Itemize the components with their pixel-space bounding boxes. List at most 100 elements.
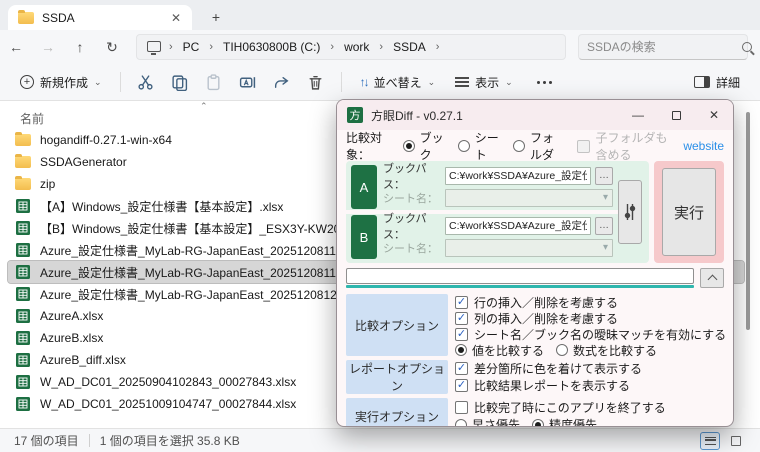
refresh-icon[interactable]: ↻ — [96, 39, 128, 56]
book-b-path-label: ブックパス： — [383, 212, 427, 241]
up-icon[interactable]: ↑ — [64, 39, 96, 55]
file-name: AzureB.xlsx — [40, 331, 104, 345]
radio-sheet[interactable]: シート — [457, 129, 499, 163]
excel-file-icon — [15, 397, 30, 411]
excel-file-icon — [15, 199, 30, 213]
cut-icon[interactable] — [131, 68, 161, 97]
option-label: 列の挿入／削除を考慮する — [474, 311, 619, 326]
option-consider-row-insert[interactable]: 行の挿入／削除を考慮する — [455, 294, 726, 310]
search-box[interactable] — [578, 34, 752, 60]
file-icon-slot — [14, 176, 31, 190]
breadcrumb-item-work[interactable]: work — [338, 40, 375, 54]
tab-close-icon[interactable]: ✕ — [168, 11, 184, 25]
file-name: zip — [40, 177, 56, 191]
option-show-report[interactable]: 比較結果レポートを表示する — [455, 377, 726, 393]
file-name: W_AD_DC01_20251009104747_00027844.xlsx — [40, 397, 297, 411]
chevron-right-icon: › — [330, 41, 335, 53]
collapse-log-button[interactable] — [700, 268, 724, 288]
option-label: 差分箇所に色を着けて表示する — [474, 362, 643, 377]
app-icon: 方 — [347, 107, 363, 123]
option-exit-after-compare[interactable]: 比較完了時にこのアプリを終了する — [455, 399, 726, 415]
book-b-sheet-combobox[interactable] — [445, 239, 613, 258]
file-icon-slot — [14, 287, 31, 301]
close-icon[interactable]: ✕ — [699, 103, 729, 127]
breadcrumb-item-pc[interactable]: PC — [177, 40, 206, 54]
excel-file-icon — [15, 353, 30, 367]
copy-icon[interactable] — [165, 68, 195, 97]
breadcrumb-item-drive[interactable]: TIH0630800B (C:) — [217, 40, 326, 54]
option-consider-col-insert[interactable]: 列の挿入／削除を考慮する — [455, 310, 726, 326]
more-icon — [533, 80, 556, 84]
chevron-down-icon: ⌄ — [94, 76, 102, 87]
book-b-browse-button[interactable]: … — [595, 216, 613, 235]
excel-file-icon — [15, 331, 30, 345]
book-b-group: B ブックパス： … シート名： — [351, 213, 613, 259]
book-b-path-input[interactable] — [445, 216, 591, 235]
paste-icon[interactable] — [199, 68, 229, 97]
radio-folder[interactable]: フォルダ — [512, 129, 563, 163]
radio-icon — [532, 418, 545, 426]
include-subfolders-label: 子フォルダも含める — [595, 131, 668, 162]
radio-speed-priority[interactable]: 早さ優先 — [455, 416, 520, 426]
book-a-browse-button[interactable]: … — [595, 166, 613, 185]
run-button[interactable]: 実行 — [662, 168, 716, 256]
radio-label: 値を比較する — [472, 343, 545, 358]
new-tab-button[interactable]: + — [205, 6, 227, 28]
maximize-icon[interactable] — [661, 103, 691, 127]
list-view-toggle[interactable] — [700, 431, 720, 450]
checkbox-icon — [455, 362, 468, 376]
toolbar-divider — [119, 72, 121, 92]
radio-compare-values[interactable]: 値を比較する — [455, 342, 544, 359]
column-header-name[interactable]: 名前 — [20, 110, 44, 127]
option-fuzzy-match[interactable]: シート名／ブック名の曖昧マッチを有効にする — [455, 326, 726, 342]
file-icon-slot — [14, 199, 31, 213]
compare-target-label: 比較対象： — [346, 131, 383, 162]
radio-compare-formulas[interactable]: 数式を比較する — [556, 342, 657, 359]
file-name: 【A】Windows_設定仕様書【基本設定】.xlsx — [40, 199, 284, 214]
file-icon-slot — [14, 154, 31, 168]
report-options-label: レポートオプション — [346, 360, 448, 394]
new-item-label: 新規作成 — [40, 75, 89, 90]
radio-icon — [455, 344, 467, 356]
explorer-tab[interactable]: SSDA ✕ — [8, 5, 192, 30]
radio-book[interactable]: ブック — [402, 129, 444, 163]
file-icon-slot — [14, 353, 31, 367]
book-a-sheet-combobox[interactable] — [445, 189, 613, 208]
more-options-button[interactable] — [525, 76, 564, 89]
this-pc-icon[interactable] — [147, 40, 161, 55]
file-icon-slot — [14, 309, 31, 323]
include-subfolders-checkbox[interactable]: 子フォルダも含める — [577, 129, 675, 163]
search-input[interactable] — [587, 40, 742, 54]
book-a-path-input[interactable] — [445, 166, 591, 185]
large-icons-view-toggle[interactable] — [726, 432, 746, 450]
sort-ascending-icon[interactable]: ⌃ — [200, 101, 208, 112]
share-icon[interactable] — [267, 68, 297, 97]
sort-button[interactable]: ↑↓ 並べ替え ⌄ — [352, 69, 444, 96]
delete-icon[interactable] — [301, 68, 331, 97]
radio-accuracy-priority[interactable]: 精度優先 — [532, 416, 597, 426]
radio-icon — [455, 418, 467, 426]
dialog-title-bar[interactable]: 方 方眼Diff - v0.27.1 — ✕ — [337, 100, 733, 130]
radio-label: 数式を比較する — [573, 343, 658, 358]
excel-file-icon — [15, 287, 30, 301]
breadcrumb-item-ssda[interactable]: SSDA — [387, 40, 432, 54]
toolbar-divider — [340, 72, 342, 92]
rename-icon[interactable] — [233, 68, 263, 97]
status-bar: 17 個の項目 1 個の項目を選択 35.8 KB — [0, 428, 760, 452]
details-pane-button[interactable]: 詳細 — [686, 69, 748, 96]
forward-icon[interactable]: → — [32, 39, 64, 55]
new-item-button[interactable]: + 新規作成 ⌄ — [12, 69, 110, 96]
chevron-down-icon: ⌄ — [505, 76, 513, 87]
run-panel: 実行 — [654, 161, 724, 263]
breadcrumb[interactable]: › PC › TIH0630800B (C:) › work › SSDA › — [136, 34, 566, 60]
details-label: 詳細 — [715, 75, 740, 90]
vertical-scrollbar[interactable] — [746, 112, 750, 330]
minimize-icon[interactable]: — — [623, 103, 653, 127]
view-button[interactable]: 表示 ⌄ — [447, 69, 521, 96]
website-link[interactable]: website — [683, 139, 724, 153]
back-icon[interactable]: ← — [0, 39, 32, 55]
option-color-diffs[interactable]: 差分箇所に色を着けて表示する — [455, 361, 726, 377]
swap-ab-button[interactable] — [618, 180, 642, 244]
status-divider — [88, 434, 90, 447]
file-icon-slot — [14, 397, 31, 411]
